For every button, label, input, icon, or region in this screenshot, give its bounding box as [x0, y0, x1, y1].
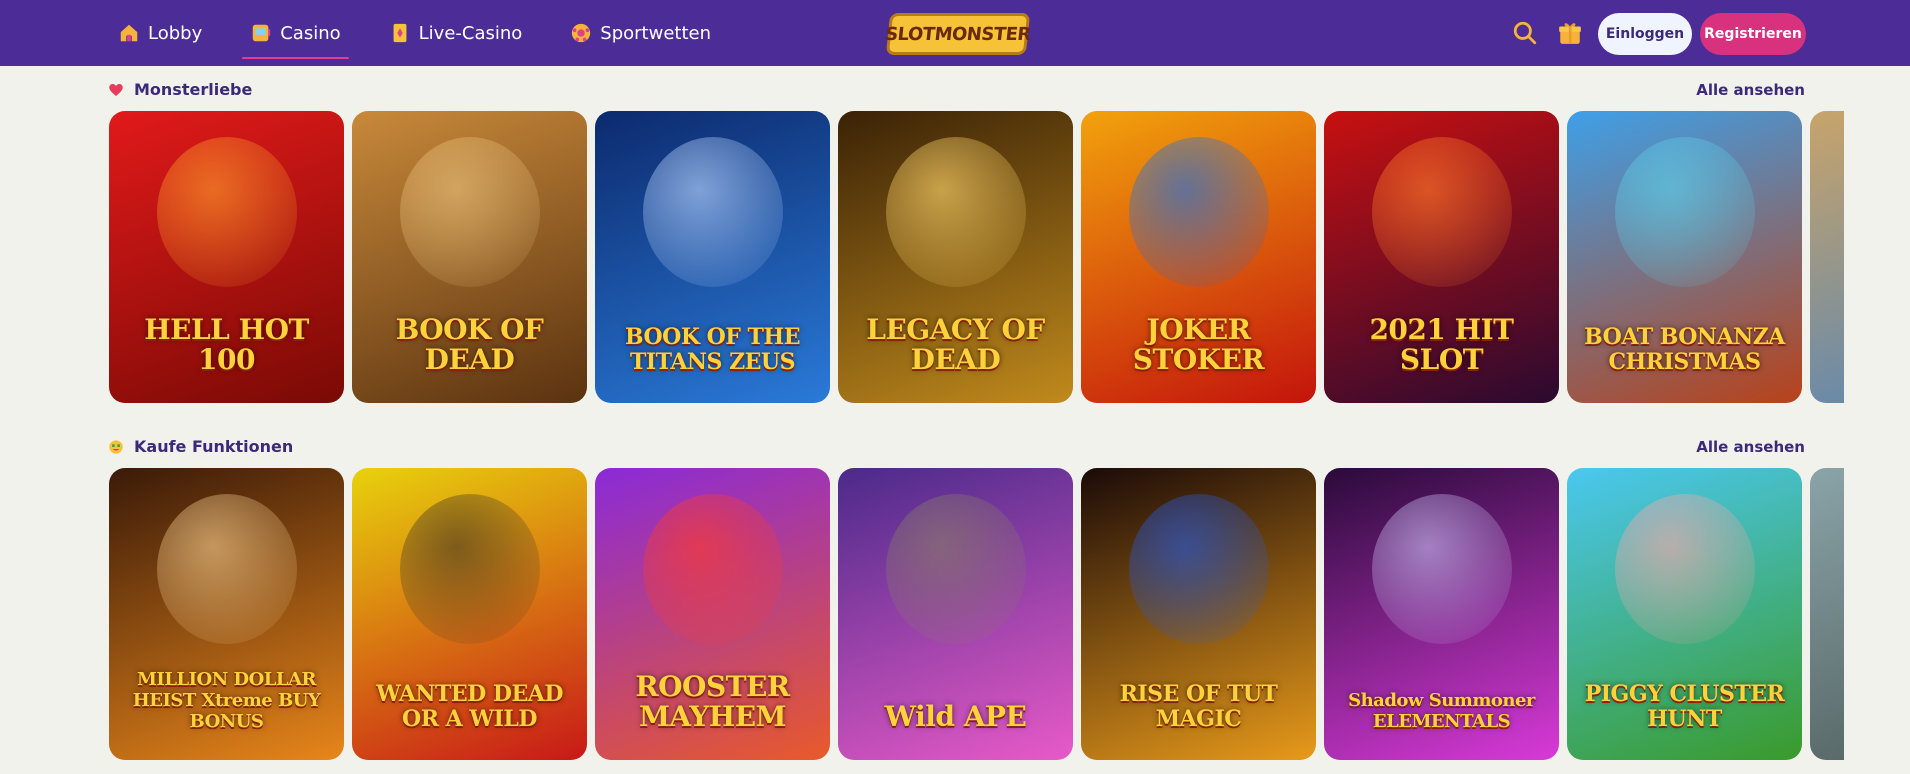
game-tile[interactable]: BOOK OF THE TITANS ZEUS — [595, 111, 830, 403]
section-title-label: Kaufe Funktionen — [134, 437, 294, 456]
top-navigation-bar: Lobby Casino Live-Casino Sportwetten SLO… — [0, 0, 1910, 66]
search-icon[interactable] — [1512, 20, 1538, 46]
main-nav: Lobby Casino Live-Casino Sportwetten — [110, 0, 751, 66]
game-tile[interactable]: WANTED DEAD OR A WILD — [352, 468, 587, 760]
game-title: BOOK OF DEAD — [395, 313, 544, 376]
nav-casino[interactable]: Casino — [242, 13, 350, 59]
game-row-monsterliebe: HELL HOT 100 BOOK OF DEAD BOOK OF THE TITA… — [109, 111, 1845, 403]
game-title: BOOK OF THE TITANS ZEUS — [625, 324, 800, 375]
game-artwork — [399, 137, 540, 287]
section-title-monsterliebe: Monsterliebe — [108, 80, 252, 99]
gift-icon[interactable] — [1557, 20, 1583, 46]
game-artwork — [156, 494, 297, 644]
view-all-link-kaufe-funktionen[interactable]: Alle ansehen — [1696, 438, 1805, 456]
game-artwork — [156, 137, 297, 287]
game-artwork — [1371, 137, 1512, 287]
playing-card-icon — [393, 23, 407, 43]
nav-sportwetten[interactable]: Sportwetten — [562, 13, 719, 53]
game-artwork — [885, 137, 1026, 287]
game-tile[interactable]: ROOSTER MAYHEM — [595, 468, 830, 760]
game-title: WANTED DEAD OR A WILD — [376, 681, 563, 732]
nav-lobby[interactable]: Lobby — [110, 13, 210, 53]
section-title-kaufe-funktionen: Kaufe Funktionen — [108, 437, 293, 456]
game-artwork — [885, 494, 1026, 644]
game-tile-partial[interactable] — [1810, 111, 1844, 403]
nav-casino-label: Casino — [280, 22, 341, 44]
game-artwork — [642, 494, 783, 644]
register-button[interactable]: Registrieren — [1700, 13, 1806, 55]
game-title: 2021 HIT SLOT — [1369, 313, 1514, 376]
game-tile[interactable]: HELL HOT 100 — [109, 111, 344, 403]
nav-lobby-label: Lobby — [148, 22, 203, 44]
game-title: HELL HOT 100 — [144, 313, 309, 376]
nav-live-casino[interactable]: Live-Casino — [381, 13, 531, 53]
game-tile[interactable]: PIGGY CLUSTER HUNT — [1567, 468, 1802, 760]
game-tile[interactable]: Shadow Summoner ELEMENTALS — [1324, 468, 1559, 760]
game-artwork — [399, 494, 540, 644]
game-title: Wild APE — [884, 700, 1027, 733]
game-title: ROOSTER MAYHEM — [635, 670, 790, 733]
game-tile[interactable]: JOKER STOKER — [1081, 111, 1316, 403]
game-title: RISE OF TUT MAGIC — [1119, 681, 1278, 732]
game-title: LEGACY OF DEAD — [866, 313, 1045, 376]
money-face-icon — [109, 439, 123, 454]
game-row-kaufe-funktionen: MILLION DOLLAR HEIST Xtreme BUY BONUS WAN… — [109, 468, 1845, 760]
site-logo[interactable]: SLOTMONSTER — [884, 13, 1032, 55]
game-title: MILLION DOLLAR HEIST Xtreme BUY BONUS — [132, 669, 321, 732]
game-tile[interactable]: RISE OF TUT MAGIC — [1081, 468, 1316, 760]
game-tile[interactable]: Wild APE — [838, 468, 1073, 760]
nav-live-casino-label: Live-Casino — [418, 22, 523, 44]
view-all-link-monsterliebe[interactable]: Alle ansehen — [1696, 81, 1805, 99]
game-artwork — [1128, 137, 1269, 287]
nav-sportwetten-label: Sportwetten — [600, 22, 712, 44]
game-tile-partial[interactable] — [1810, 468, 1844, 760]
game-tile[interactable]: 2021 HIT SLOT — [1324, 111, 1559, 403]
slot-machine-icon — [252, 24, 271, 42]
login-button[interactable]: Einloggen — [1598, 13, 1692, 55]
game-title: Shadow Summoner ELEMENTALS — [1348, 690, 1535, 732]
heart-icon — [109, 83, 123, 96]
game-title: JOKER STOKER — [1132, 313, 1265, 376]
game-tile[interactable]: MILLION DOLLAR HEIST Xtreme BUY BONUS — [109, 468, 344, 760]
game-tile[interactable]: BOAT BONANZA CHRISTMAS — [1567, 111, 1802, 403]
game-tile[interactable]: BOOK OF DEAD — [352, 111, 587, 403]
game-artwork — [1614, 137, 1755, 287]
game-artwork — [642, 137, 783, 287]
section-title-label: Monsterliebe — [134, 80, 253, 99]
soccer-ball-icon — [572, 23, 591, 43]
game-artwork — [1128, 494, 1269, 644]
game-artwork — [1614, 494, 1755, 644]
game-tile[interactable]: LEGACY OF DEAD — [838, 111, 1073, 403]
game-title: PIGGY CLUSTER HUNT — [1584, 681, 1785, 732]
house-icon — [120, 24, 138, 42]
game-artwork — [1371, 494, 1512, 644]
game-title: BOAT BONANZA CHRISTMAS — [1584, 324, 1785, 375]
